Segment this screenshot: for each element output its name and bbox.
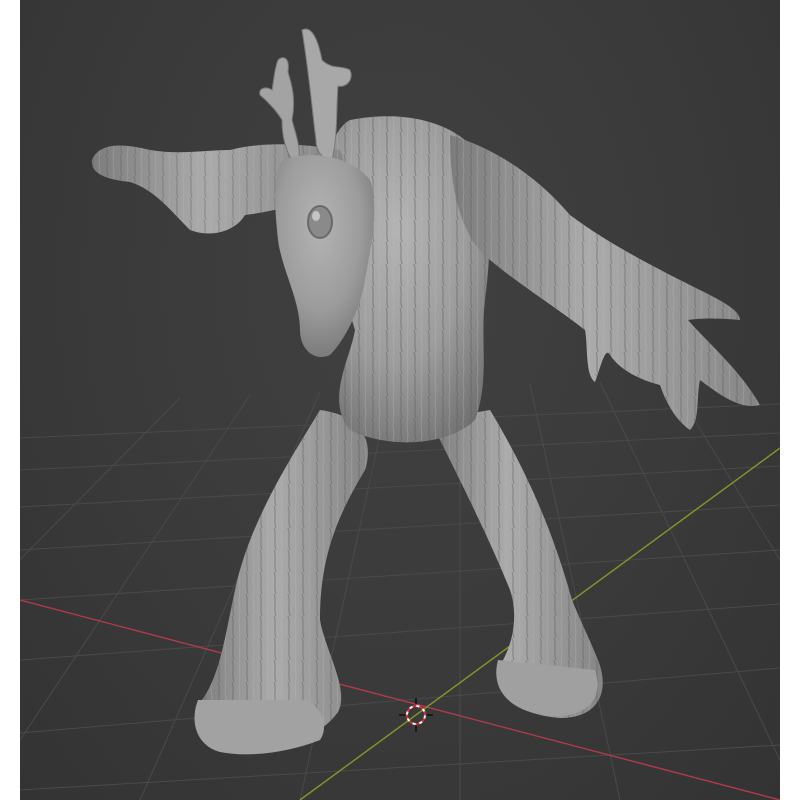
head-eye-highlight [312, 211, 320, 221]
floor-grid [20, 379, 780, 800]
3d-viewport[interactable] [20, 0, 780, 800]
right-arm-texture [450, 135, 760, 430]
left-foot [194, 700, 325, 755]
viewport-canvas[interactable] [20, 0, 780, 800]
head-eye [307, 205, 333, 239]
x-axis-line [20, 599, 780, 800]
